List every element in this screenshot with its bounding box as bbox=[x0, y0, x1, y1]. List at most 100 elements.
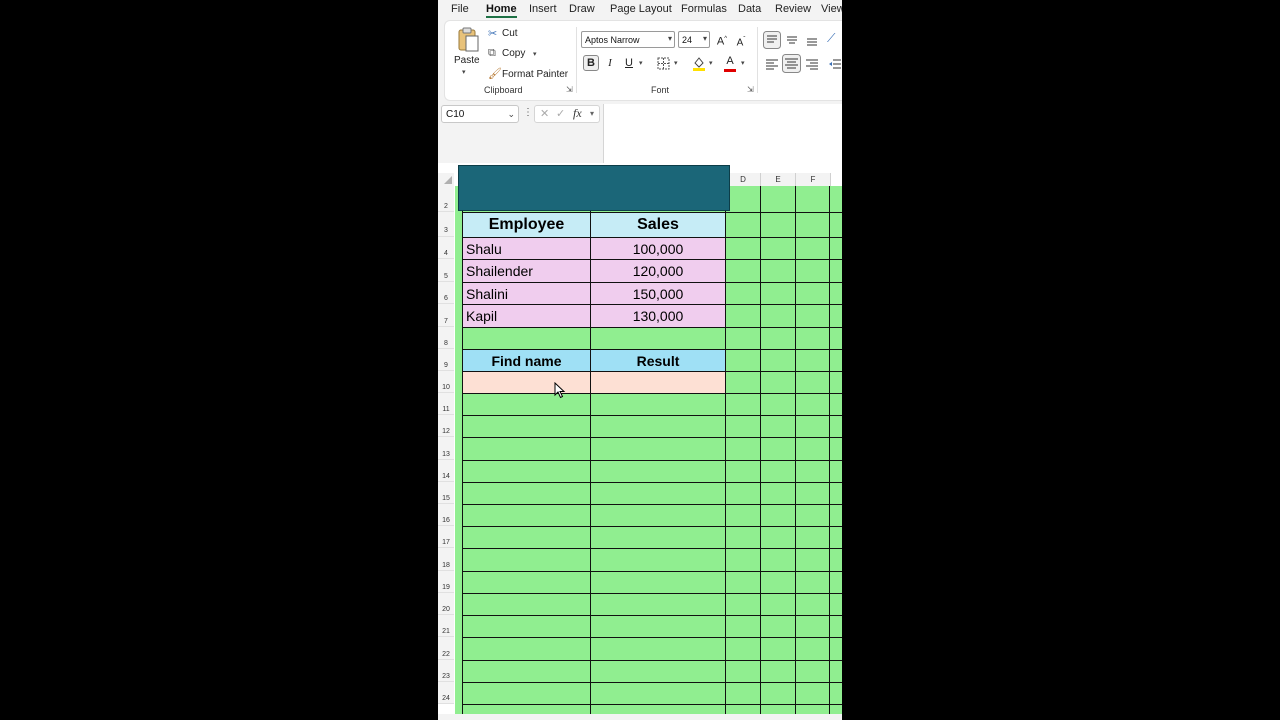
borders-dropdown-icon[interactable]: ▾ bbox=[674, 59, 678, 67]
underline-dropdown-icon[interactable]: ▾ bbox=[639, 59, 643, 67]
paste-button[interactable]: Paste bbox=[454, 55, 480, 66]
tab-review[interactable]: Review bbox=[775, 3, 811, 15]
copy-button[interactable]: Copy bbox=[502, 48, 525, 59]
italic-button[interactable]: I bbox=[602, 55, 618, 71]
tab-draw[interactable]: Draw bbox=[569, 3, 595, 15]
align-center-icon[interactable] bbox=[782, 54, 801, 73]
ribbon-home: Paste ▾ ✂ Cut ⧉ Copy ▾ 🖌 Format Painter … bbox=[444, 20, 842, 101]
fill-color-dropdown-icon[interactable]: ▾ bbox=[709, 59, 713, 67]
underline-button[interactable]: U bbox=[621, 55, 637, 71]
row-header[interactable]: 20 bbox=[438, 593, 454, 615]
sales-cell[interactable]: 130,000 bbox=[591, 305, 725, 327]
column-header-e[interactable]: E bbox=[761, 173, 796, 186]
row-header[interactable]: 2 bbox=[438, 186, 454, 212]
row-header[interactable]: 24 bbox=[438, 682, 454, 704]
paste-dropdown-icon[interactable]: ▾ bbox=[462, 68, 466, 76]
column-header-f[interactable]: F bbox=[796, 173, 831, 186]
row-header[interactable]: 6 bbox=[438, 282, 454, 304]
table-header-sales[interactable]: Sales bbox=[591, 213, 725, 237]
row-header[interactable]: 21 bbox=[438, 615, 454, 637]
row-header[interactable]: 5 bbox=[438, 259, 454, 282]
row-header[interactable]: 12 bbox=[438, 415, 454, 437]
find-name-header[interactable]: Find name bbox=[463, 350, 590, 371]
more-options-icon[interactable]: ⋮ bbox=[523, 107, 533, 118]
sales-cell[interactable]: 120,000 bbox=[591, 260, 725, 282]
gridline bbox=[795, 186, 796, 720]
row-header[interactable]: 8 bbox=[438, 327, 454, 349]
sales-cell[interactable]: 100,000 bbox=[591, 238, 725, 259]
align-bottom-icon[interactable] bbox=[805, 33, 819, 47]
paste-icon[interactable] bbox=[457, 27, 479, 53]
sheet-tab-bar[interactable] bbox=[438, 714, 842, 720]
row-header[interactable]: 10 bbox=[438, 371, 454, 393]
copy-dropdown-icon[interactable]: ▾ bbox=[533, 50, 537, 58]
employee-cell[interactable]: Shalu bbox=[463, 238, 590, 259]
row-header[interactable]: 7 bbox=[438, 304, 454, 327]
font-name-select[interactable]: Aptos Narrow ▾ bbox=[581, 31, 675, 48]
employee-cell[interactable]: Shalini bbox=[463, 283, 590, 304]
align-left-icon[interactable] bbox=[765, 57, 779, 71]
tab-home[interactable]: Home bbox=[486, 3, 517, 18]
tab-formulas[interactable]: Formulas bbox=[681, 3, 727, 15]
format-painter-icon[interactable]: 🖌 bbox=[488, 67, 502, 80]
row-header[interactable]: 11 bbox=[438, 393, 454, 415]
chevron-down-icon[interactable]: ▾ bbox=[590, 109, 594, 118]
select-all-corner[interactable] bbox=[438, 173, 454, 186]
find-name-input-cell[interactable] bbox=[463, 372, 590, 393]
column-header-d[interactable]: D bbox=[726, 173, 761, 186]
cut-button[interactable]: Cut bbox=[502, 28, 518, 39]
title-banner-shape[interactable] bbox=[458, 165, 730, 211]
row-header[interactable]: 14 bbox=[438, 460, 454, 482]
align-middle-icon[interactable] bbox=[785, 33, 799, 47]
row-header[interactable]: 18 bbox=[438, 548, 454, 571]
row-header[interactable]: 23 bbox=[438, 660, 454, 682]
font-color-button[interactable]: A bbox=[722, 53, 738, 69]
enter-icon[interactable]: ✓ bbox=[556, 107, 565, 120]
insert-function-button[interactable]: fx bbox=[573, 106, 582, 121]
sales-cell[interactable]: 150,000 bbox=[591, 283, 725, 304]
row-header[interactable]: 3 bbox=[438, 212, 454, 237]
tab-view[interactable]: View bbox=[821, 3, 842, 15]
cancel-icon[interactable]: ✕ bbox=[540, 107, 549, 120]
cut-icon[interactable]: ✂ bbox=[488, 27, 497, 40]
row-header[interactable]: 9 bbox=[438, 349, 454, 371]
bold-button[interactable]: B bbox=[583, 55, 599, 71]
name-box[interactable]: C10 ⌄ bbox=[441, 105, 519, 123]
row-header[interactable]: 22 bbox=[438, 637, 454, 660]
select-all-icon bbox=[444, 176, 452, 184]
gridline bbox=[462, 682, 842, 683]
font-launcher-icon[interactable]: ⇲ bbox=[747, 85, 754, 94]
row-header[interactable]: 15 bbox=[438, 482, 454, 504]
clipboard-launcher-icon[interactable]: ⇲ bbox=[566, 85, 573, 94]
row-header[interactable]: 16 bbox=[438, 504, 454, 526]
tab-data[interactable]: Data bbox=[738, 3, 761, 15]
align-right-icon[interactable] bbox=[805, 57, 819, 71]
table-header-employee[interactable]: Employee bbox=[463, 213, 590, 237]
row-header[interactable]: 13 bbox=[438, 437, 454, 460]
decrease-indent-icon[interactable] bbox=[828, 57, 842, 71]
orientation-icon[interactable]: ⟋ bbox=[827, 31, 835, 46]
borders-icon[interactable] bbox=[657, 57, 670, 70]
copy-icon[interactable]: ⧉ bbox=[488, 47, 496, 60]
row-header[interactable]: 4 bbox=[438, 237, 454, 259]
employee-cell[interactable]: Kapil bbox=[463, 305, 590, 327]
result-cell[interactable] bbox=[591, 372, 725, 393]
worksheet-grid[interactable]: D E F 2 3 4 5 6 7 8 9 10 11 12 13 14 15 … bbox=[438, 163, 842, 720]
fill-color-icon[interactable] bbox=[692, 56, 706, 71]
row-header[interactable]: 19 bbox=[438, 571, 454, 593]
font-size-select[interactable]: 24 ▾ bbox=[678, 31, 710, 48]
gridline bbox=[462, 504, 842, 505]
align-top-icon[interactable] bbox=[763, 31, 781, 49]
tab-file[interactable]: File bbox=[451, 3, 469, 15]
employee-cell[interactable]: Shailender bbox=[463, 260, 590, 282]
format-painter-button[interactable]: Format Painter bbox=[502, 69, 568, 80]
result-header[interactable]: Result bbox=[591, 350, 725, 371]
formula-input[interactable] bbox=[603, 104, 842, 164]
gridline bbox=[462, 571, 842, 572]
shrink-font-button[interactable]: Aˇ bbox=[733, 32, 749, 48]
tab-insert[interactable]: Insert bbox=[529, 3, 557, 15]
grow-font-button[interactable]: A^ bbox=[714, 31, 730, 48]
font-color-dropdown-icon[interactable]: ▾ bbox=[741, 59, 745, 67]
tab-page-layout[interactable]: Page Layout bbox=[610, 3, 672, 15]
row-header[interactable]: 17 bbox=[438, 526, 454, 548]
